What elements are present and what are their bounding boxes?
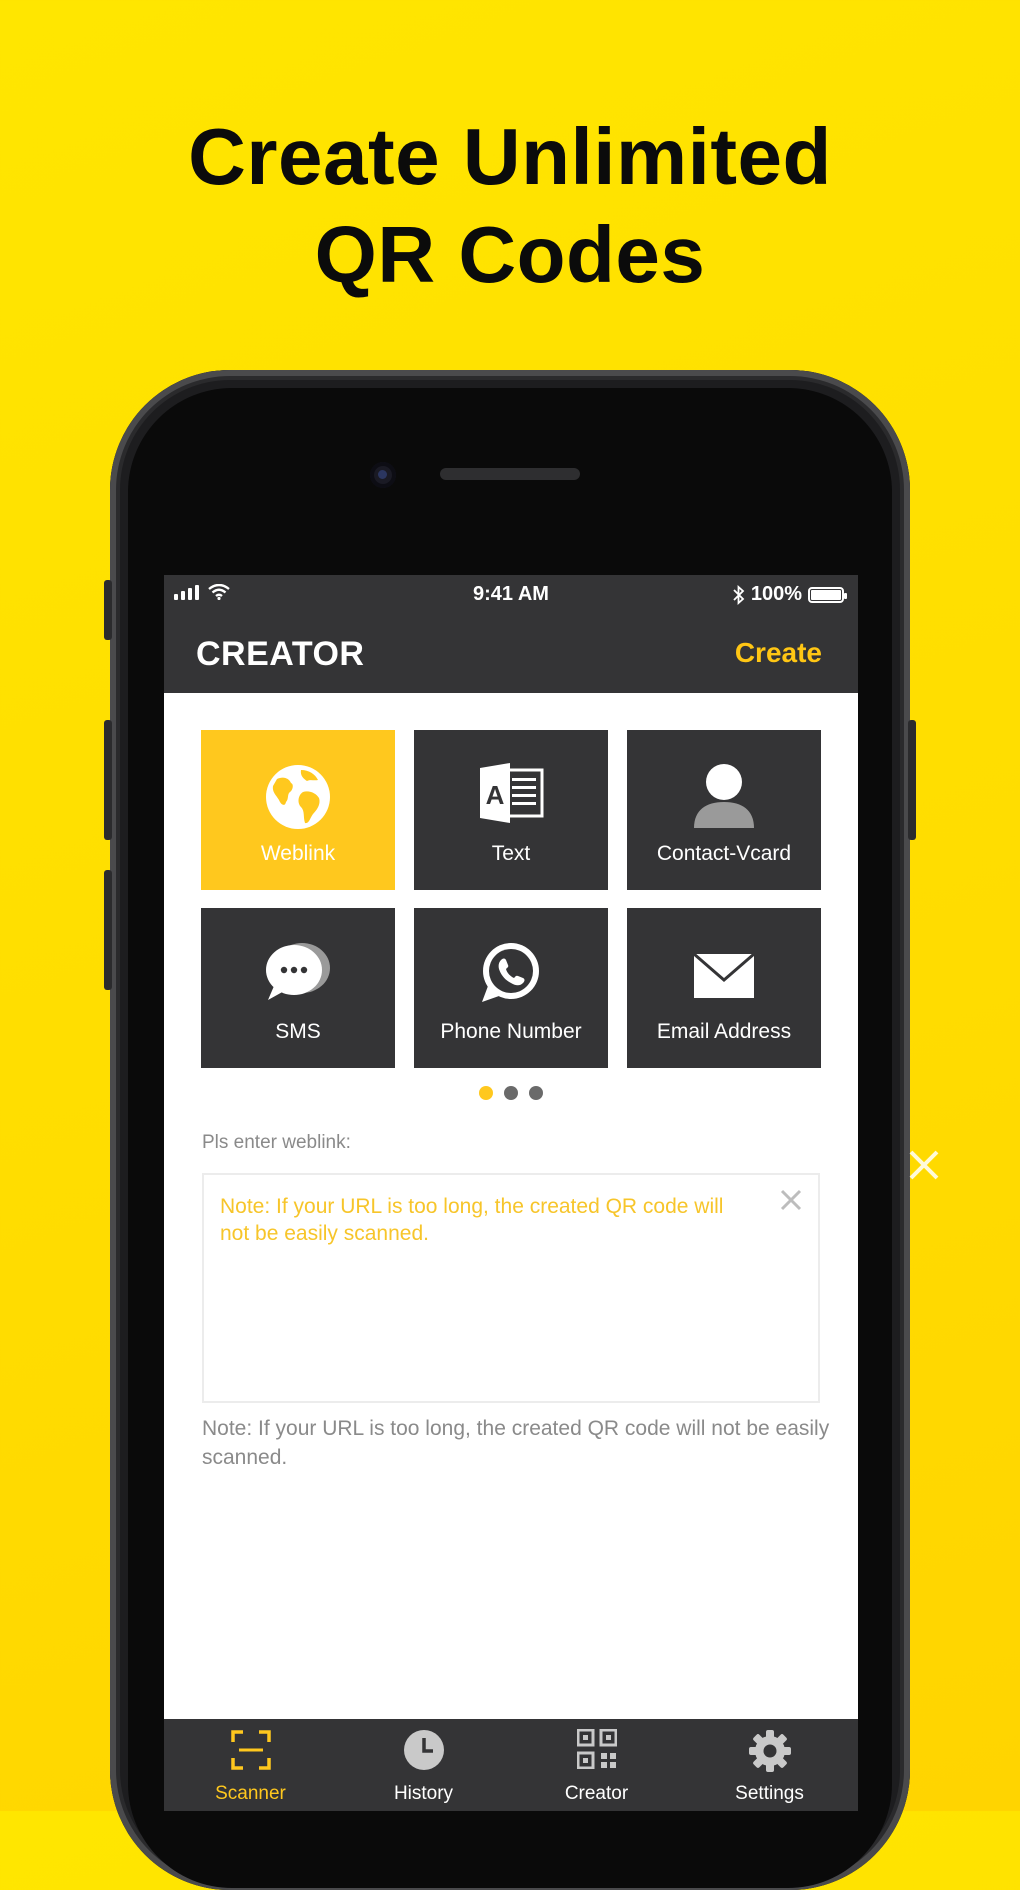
- tab-history[interactable]: History: [337, 1719, 510, 1811]
- type-tile-label: Phone Number: [440, 1020, 582, 1043]
- page-indicator[interactable]: [164, 1086, 858, 1100]
- qr-code-icon: [576, 1729, 617, 1769]
- clock-icon: [403, 1730, 444, 1770]
- type-tile-label: SMS: [275, 1020, 321, 1043]
- create-button[interactable]: Create: [735, 637, 822, 669]
- tab-creator[interactable]: Creator: [510, 1719, 683, 1811]
- page-title: CREATOR: [196, 635, 365, 673]
- nav-bar: CREATOR Create: [164, 615, 858, 693]
- tab-settings[interactable]: Settings: [683, 1719, 856, 1811]
- url-length-note: Note: If your URL is too long, the creat…: [202, 1417, 830, 1469]
- globe-icon: [266, 765, 330, 829]
- type-tile-contact-vcard[interactable]: Contact-Vcard: [627, 730, 821, 890]
- phone-icon: [482, 943, 539, 1002]
- type-tile-label: Contact-Vcard: [656, 842, 792, 865]
- page-dot[interactable]: [504, 1086, 518, 1100]
- type-tile-label: Email Address: [656, 1020, 792, 1043]
- status-bar: 9:41 AM 100%: [164, 575, 858, 615]
- app-screen: 9:41 AM 100% CREATOR Create Weblink A Te…: [164, 575, 858, 1811]
- front-camera: [370, 462, 396, 488]
- close-icon[interactable]: [906, 1147, 942, 1183]
- tab-label: History: [393, 1783, 454, 1804]
- page-dot[interactable]: [479, 1086, 493, 1100]
- tab-label: Creator: [564, 1783, 629, 1804]
- text-document-icon: A: [480, 763, 544, 823]
- weblink-placeholder: Note: If your URL is too long, the creat…: [220, 1195, 724, 1245]
- headline-line-2: QR Codes: [314, 210, 706, 299]
- type-tile-phone-number[interactable]: Phone Number: [414, 908, 608, 1068]
- tab-label: Scanner: [215, 1783, 286, 1804]
- svg-text:A: A: [486, 780, 505, 810]
- page-dot[interactable]: [529, 1086, 543, 1100]
- tab-label: Settings: [735, 1783, 804, 1804]
- type-tile-weblink[interactable]: Weblink: [201, 730, 395, 890]
- gear-icon: [748, 1730, 791, 1772]
- person-icon: [694, 764, 754, 828]
- volume-up-button: [104, 720, 112, 840]
- type-tile-label: Text: [491, 842, 531, 865]
- type-tile-label: Weblink: [260, 842, 336, 865]
- mute-switch: [104, 580, 112, 640]
- power-button: [908, 720, 916, 840]
- type-tile-email-address[interactable]: Email Address: [627, 908, 821, 1068]
- type-tile-sms[interactable]: SMS: [201, 908, 395, 1068]
- bluetooth-icon: [733, 584, 745, 605]
- tab-bar: Scanner History Creator Settings: [164, 1719, 858, 1811]
- headline-line-1: Create Unlimited: [188, 112, 832, 201]
- type-tile-text[interactable]: A Text: [414, 730, 608, 890]
- envelope-icon: [693, 952, 755, 998]
- tab-scanner[interactable]: Scanner: [164, 1719, 337, 1811]
- weblink-prompt: Pls enter weblink:: [202, 1132, 351, 1153]
- battery-percent: 100%: [750, 583, 802, 605]
- scanner-icon: [230, 1730, 271, 1770]
- battery-icon: [808, 586, 847, 603]
- status-right: 100%: [733, 583, 847, 606]
- earpiece-speaker: [440, 468, 580, 480]
- clear-icon[interactable]: [776, 1185, 806, 1215]
- weblink-input[interactable]: Note: If your URL is too long, the creat…: [202, 1173, 820, 1403]
- chat-bubble-icon: [266, 943, 330, 1000]
- volume-down-button: [104, 870, 112, 990]
- headline: Create Unlimited QR Codes: [0, 108, 1020, 304]
